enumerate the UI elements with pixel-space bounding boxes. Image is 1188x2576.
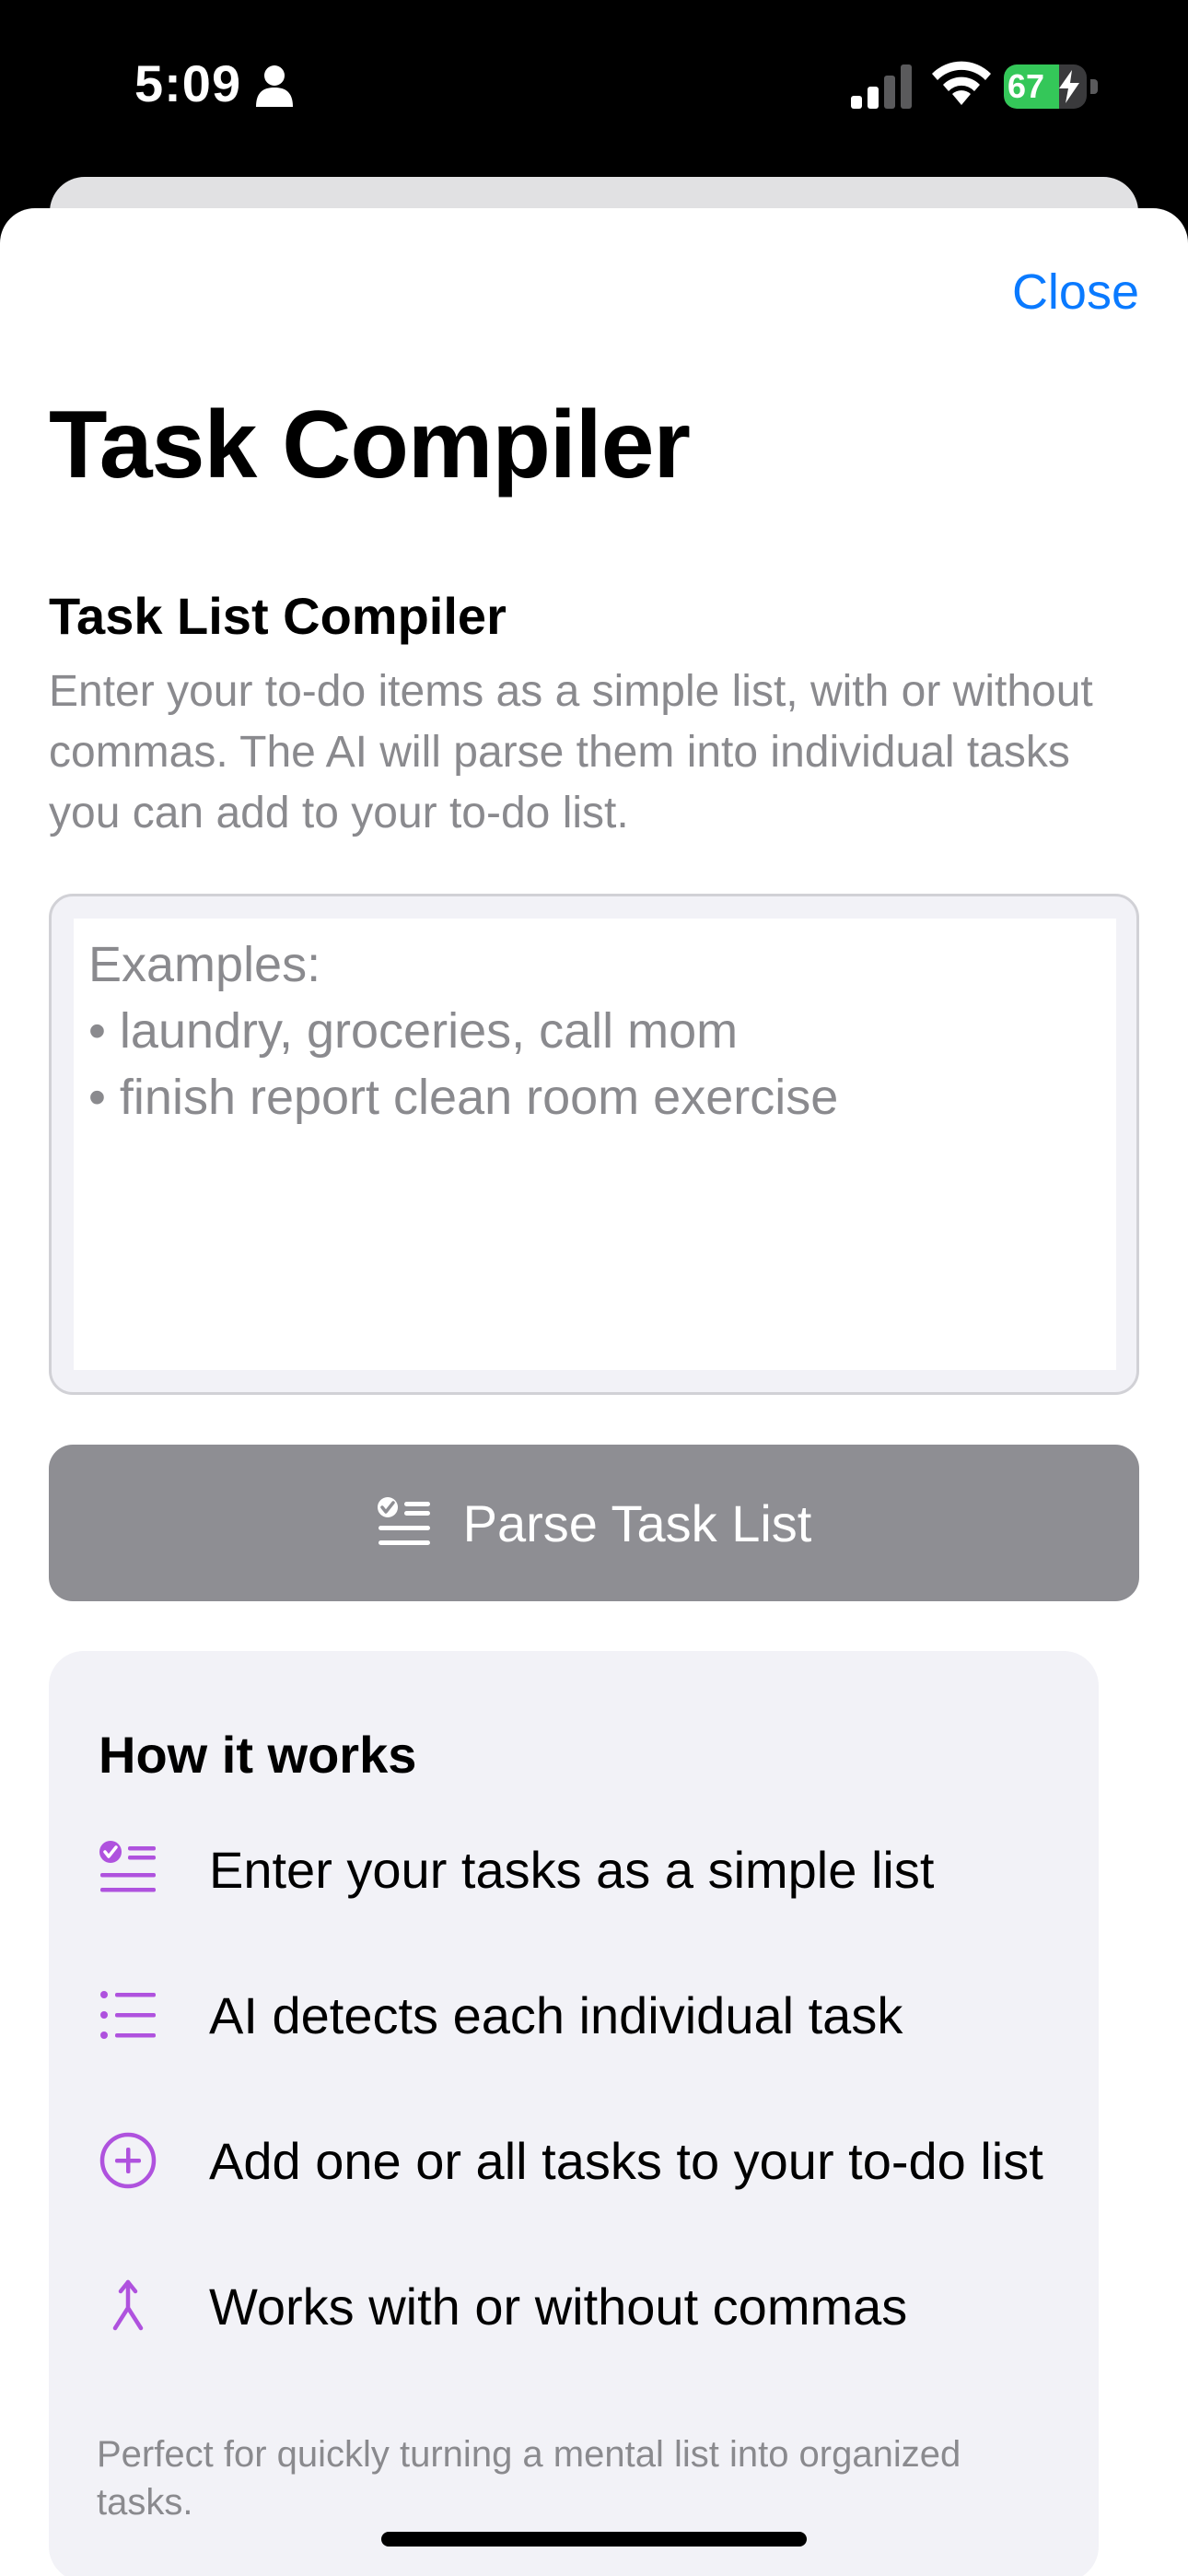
how-it-works-card: How it works Enter your tasks as a simpl… bbox=[49, 1651, 1099, 2576]
how-it-works-title: How it works bbox=[99, 1726, 417, 1784]
page-title: Task Compiler bbox=[49, 392, 691, 498]
status-bar: 5:09 67 bbox=[0, 0, 1188, 175]
merge-arrow-icon bbox=[112, 2279, 144, 2331]
list-bullet-icon bbox=[100, 1991, 156, 2039]
person-icon bbox=[256, 65, 293, 107]
close-button[interactable]: Close bbox=[1012, 263, 1139, 321]
how-it-works-item: Enter your tasks as a simple list bbox=[99, 1828, 934, 1911]
battery-charging-icon: 67 bbox=[1004, 64, 1100, 109]
how-it-works-item-label: Add one or all tasks to your to-do list bbox=[209, 2131, 1043, 2190]
checklist-icon bbox=[377, 1497, 430, 1545]
wifi-icon bbox=[932, 61, 991, 105]
description-text: Enter your to-do items as a simple list,… bbox=[49, 667, 1093, 837]
how-it-works-item-label: Enter your tasks as a simple list bbox=[209, 1840, 935, 1899]
parse-task-list-button[interactable]: Parse Task List bbox=[49, 1445, 1139, 1601]
how-it-works-item: Works with or without commas bbox=[99, 2265, 907, 2348]
task-compiler-sheet: Close Task Compiler Task List Compiler E… bbox=[0, 208, 1188, 2576]
home-indicator[interactable] bbox=[381, 2532, 807, 2547]
how-it-works-item-label: Works with or without commas bbox=[209, 2277, 908, 2336]
how-it-works-item: Add one or all tasks to your to-do list bbox=[99, 2119, 1043, 2202]
how-it-works-item: AI detects each individual task bbox=[99, 1973, 903, 2056]
plus-circle-icon bbox=[99, 2132, 157, 2189]
parse-button-label: Parse Task List bbox=[462, 1493, 812, 1552]
status-time: 5:09 bbox=[134, 54, 242, 112]
task-input-container bbox=[49, 894, 1139, 1395]
section-title: Task List Compiler bbox=[49, 587, 507, 645]
task-list-input[interactable] bbox=[74, 919, 1116, 1370]
bolt-icon bbox=[1059, 70, 1079, 103]
footer-note: Perfect for quickly turning a mental lis… bbox=[97, 2434, 961, 2523]
checklist-icon bbox=[99, 1841, 156, 1892]
how-it-works-item-label: AI detects each individual task bbox=[209, 1985, 903, 2044]
cellular-signal-icon bbox=[851, 64, 912, 109]
battery-percentage: 67 bbox=[1007, 67, 1045, 105]
